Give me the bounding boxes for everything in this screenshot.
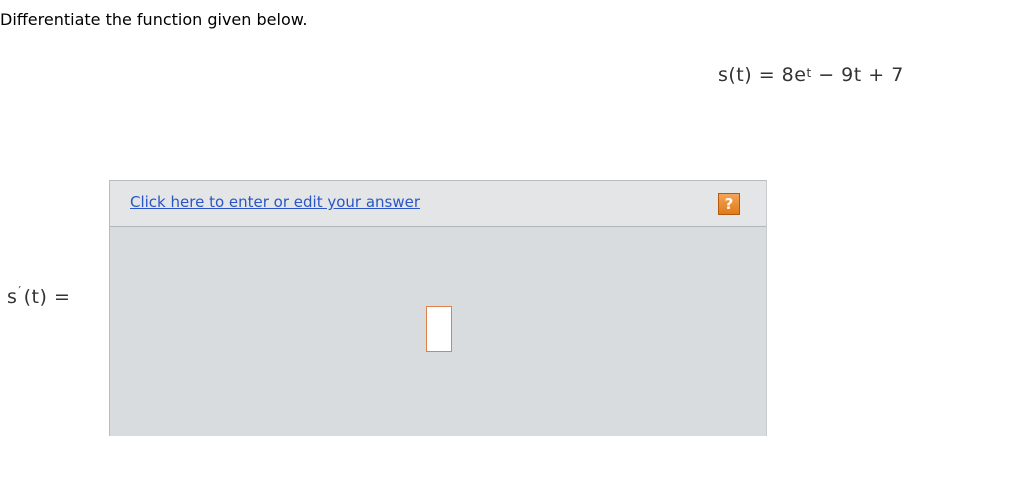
page: Differentiate the function given below. …: [0, 0, 1024, 481]
equation-exponent: t: [806, 66, 812, 80]
equation-rhs: − 9t + 7: [811, 64, 904, 86]
derivative-prime: ′: [18, 284, 22, 298]
derivative-label: s′ (t) =: [7, 284, 71, 308]
derivative-func: s: [7, 286, 18, 308]
instruction-text: Differentiate the function given below.: [0, 10, 308, 29]
answer-input-box[interactable]: [426, 306, 452, 352]
equation-lhs: s(t) = 8e: [718, 64, 807, 86]
function-equation: s(t) = 8et − 9t + 7: [718, 64, 904, 86]
derivative-rest: (t) =: [23, 286, 71, 308]
answer-panel-header: Click here to enter or edit your answer …: [110, 181, 766, 227]
help-icon[interactable]: ?: [718, 193, 740, 215]
edit-answer-link[interactable]: Click here to enter or edit your answer: [130, 193, 420, 211]
answer-panel: Click here to enter or edit your answer …: [109, 180, 767, 436]
